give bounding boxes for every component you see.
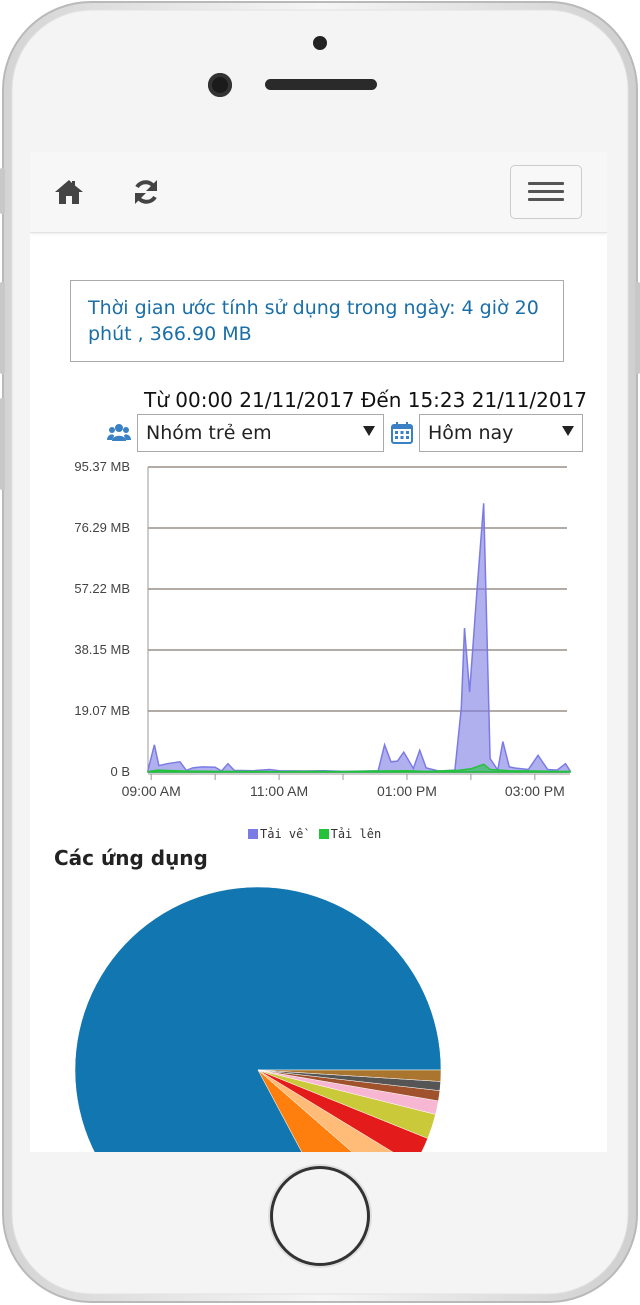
usage-summary-text: Thời gian ước tính sử dụng trong ngày: 4… — [88, 297, 539, 345]
x-tick-label: 01:00 PM — [377, 783, 437, 799]
earpiece-speaker — [265, 79, 377, 90]
series-area-Tải về — [147, 503, 571, 773]
y-tick-label: 0 B — [110, 764, 130, 779]
refresh-icon[interactable] — [130, 176, 162, 208]
app-screen: Thời gian ước tính sử dụng trong ngày: 4… — [30, 152, 607, 1152]
chevron-down-icon — [363, 426, 375, 436]
apps-title: Các ứng dụng — [54, 846, 208, 870]
front-camera-dot — [313, 36, 327, 50]
group-select[interactable]: Nhóm trẻ em — [137, 414, 384, 452]
y-tick-label: 76.29 MB — [74, 520, 130, 535]
chart-legend: Tải về Tải lên — [248, 827, 381, 841]
y-tick-label: 19.07 MB — [74, 703, 130, 718]
traffic-area-chart: 0 B 19.07 MB 38.15 MB 57.22 MB 76.29 MB 95.37… — [74, 459, 571, 799]
front-camera — [208, 73, 232, 97]
period-select-value: Hôm nay — [428, 422, 514, 444]
legend-download: Tải về — [260, 827, 304, 841]
calendar-icon — [391, 422, 413, 444]
x-tick-label: 09:00 AM — [122, 783, 181, 799]
home-icon[interactable] — [53, 176, 85, 208]
y-tick-label: 38.15 MB — [74, 642, 130, 657]
legend-swatch-download — [248, 829, 258, 839]
date-range: Từ 00:00 21/11/2017 Đến 15:23 21/11/2017 — [144, 388, 587, 412]
users-icon — [107, 422, 131, 444]
group-select-value: Nhóm trẻ em — [146, 422, 272, 444]
apps-pie-chart — [74, 886, 442, 1152]
home-button[interactable] — [270, 1166, 370, 1266]
period-select[interactable]: Hôm nay — [419, 414, 583, 452]
chevron-down-icon — [562, 426, 574, 436]
navbar — [30, 152, 607, 233]
y-tick-label: 57.22 MB — [74, 581, 130, 596]
x-tick-label: 11:00 AM — [250, 783, 308, 799]
y-tick-label: 95.37 MB — [74, 459, 130, 474]
usage-summary: Thời gian ước tính sử dụng trong ngày: 4… — [70, 280, 564, 362]
hamburger-menu-icon[interactable] — [510, 165, 582, 219]
x-tick-label: 03:00 PM — [505, 783, 565, 799]
legend-upload: Tải lên — [330, 827, 382, 841]
legend-swatch-upload — [318, 829, 329, 839]
